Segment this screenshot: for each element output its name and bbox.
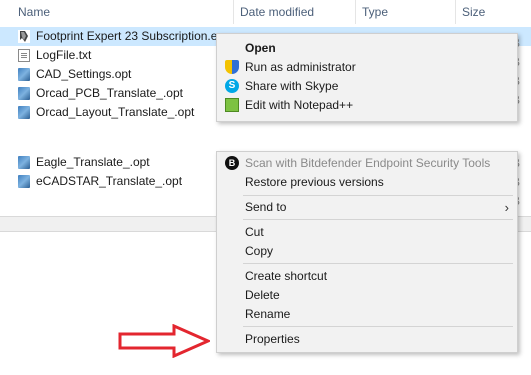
file-name: Orcad_Layout_Translate_.opt [36, 105, 195, 119]
menu-item-label: Rename [245, 307, 291, 321]
notepad-plus-plus-icon [225, 98, 239, 112]
text-file-icon [18, 49, 30, 62]
menu-item-open[interactable]: Open [217, 38, 517, 58]
skype-icon: S [225, 79, 239, 93]
menu-item-label: Properties [245, 332, 300, 346]
menu-item-label: Scan with Bitdefender Endpoint Security … [245, 156, 491, 170]
column-header-date-modified[interactable]: Date modified [240, 5, 314, 19]
column-divider[interactable] [233, 0, 234, 24]
menu-item-delete[interactable]: Delete [217, 285, 517, 305]
menu-item-label: Run as administrator [245, 60, 356, 74]
menu-item-run-as-administrator[interactable]: Run as administrator [217, 57, 517, 77]
menu-item-scan-bitdefender: B Scan with Bitdefender Endpoint Securit… [217, 153, 517, 173]
menu-item-rename[interactable]: Rename [217, 304, 517, 324]
file-name: CAD_Settings.opt [36, 67, 132, 81]
opt-file-icon [18, 68, 30, 81]
context-menu-bottom: B Scan with Bitdefender Endpoint Securit… [216, 151, 518, 353]
context-menu-top: Open Run as administrator S Share with S… [216, 33, 518, 122]
red-arrow-icon [118, 324, 210, 358]
menu-separator [243, 263, 513, 264]
menu-item-edit-with-notepad-plus-plus[interactable]: Edit with Notepad++ [217, 95, 517, 115]
column-header-name[interactable]: Name [18, 5, 50, 19]
menu-item-create-shortcut[interactable]: Create shortcut [217, 266, 517, 286]
file-name: LogFile.txt [36, 48, 92, 62]
column-header-bar: Name Date modified Type Size [0, 0, 531, 24]
menu-separator [243, 195, 513, 196]
menu-item-label: Cut [245, 225, 264, 239]
menu-item-label: Delete [245, 288, 280, 302]
file-name: Footprint Expert 23 Subscription.exe [36, 29, 231, 43]
file-name: Eagle_Translate_.opt [36, 155, 150, 169]
menu-item-label: Open [245, 41, 276, 55]
menu-item-label: Send to [245, 200, 287, 214]
menu-item-copy[interactable]: Copy [217, 241, 517, 261]
column-header-size[interactable]: Size [462, 5, 485, 19]
file-name: Orcad_PCB_Translate_.opt [36, 86, 183, 100]
opt-file-icon [18, 175, 30, 188]
menu-item-cut[interactable]: Cut [217, 222, 517, 242]
opt-file-icon [18, 156, 30, 169]
menu-item-label: Restore previous versions [245, 175, 384, 189]
menu-item-label: Edit with Notepad++ [245, 98, 354, 112]
bitdefender-icon: B [225, 156, 239, 170]
opt-file-icon [18, 87, 30, 100]
file-name: eCADSTAR_Translate_.opt [36, 174, 183, 188]
column-divider[interactable] [455, 0, 456, 24]
chevron-right-icon: › [504, 200, 509, 215]
menu-separator [243, 326, 513, 327]
menu-item-share-with-skype[interactable]: S Share with Skype [217, 76, 517, 96]
menu-separator [243, 219, 513, 220]
menu-item-send-to[interactable]: Send to › [217, 197, 517, 217]
menu-item-label: Share with Skype [245, 79, 339, 93]
menu-item-restore-previous-versions[interactable]: Restore previous versions [217, 172, 517, 192]
menu-item-label: Create shortcut [245, 269, 328, 283]
column-header-type[interactable]: Type [362, 5, 388, 19]
menu-item-properties[interactable]: Properties [217, 329, 517, 349]
shield-icon [225, 60, 239, 74]
exe-icon [18, 30, 30, 43]
opt-file-icon [18, 106, 30, 119]
menu-item-label: Copy [245, 244, 274, 258]
column-divider[interactable] [355, 0, 356, 24]
